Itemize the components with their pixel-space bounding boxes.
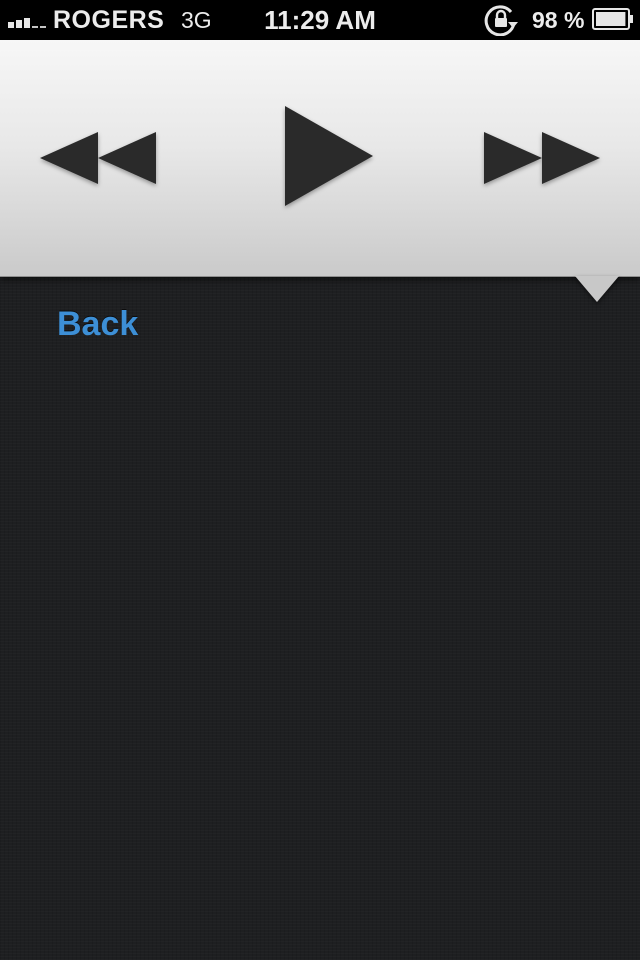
back-button[interactable]: Back [57,305,138,344]
battery-icon [592,8,634,30]
media-control-panel [0,40,640,277]
play-icon [285,106,373,206]
rewind-icon [40,132,156,184]
fast-forward-button[interactable] [478,124,604,232]
panel-pointer [575,276,619,302]
status-bar: ROGERS 3G 11:29 AM 98 % [0,0,640,40]
rotation-lock-icon [484,4,518,37]
battery-percent: 98 % [532,7,585,33]
fast-forward-icon [484,132,600,184]
rewind-button[interactable] [36,124,162,232]
play-button[interactable] [278,100,378,256]
